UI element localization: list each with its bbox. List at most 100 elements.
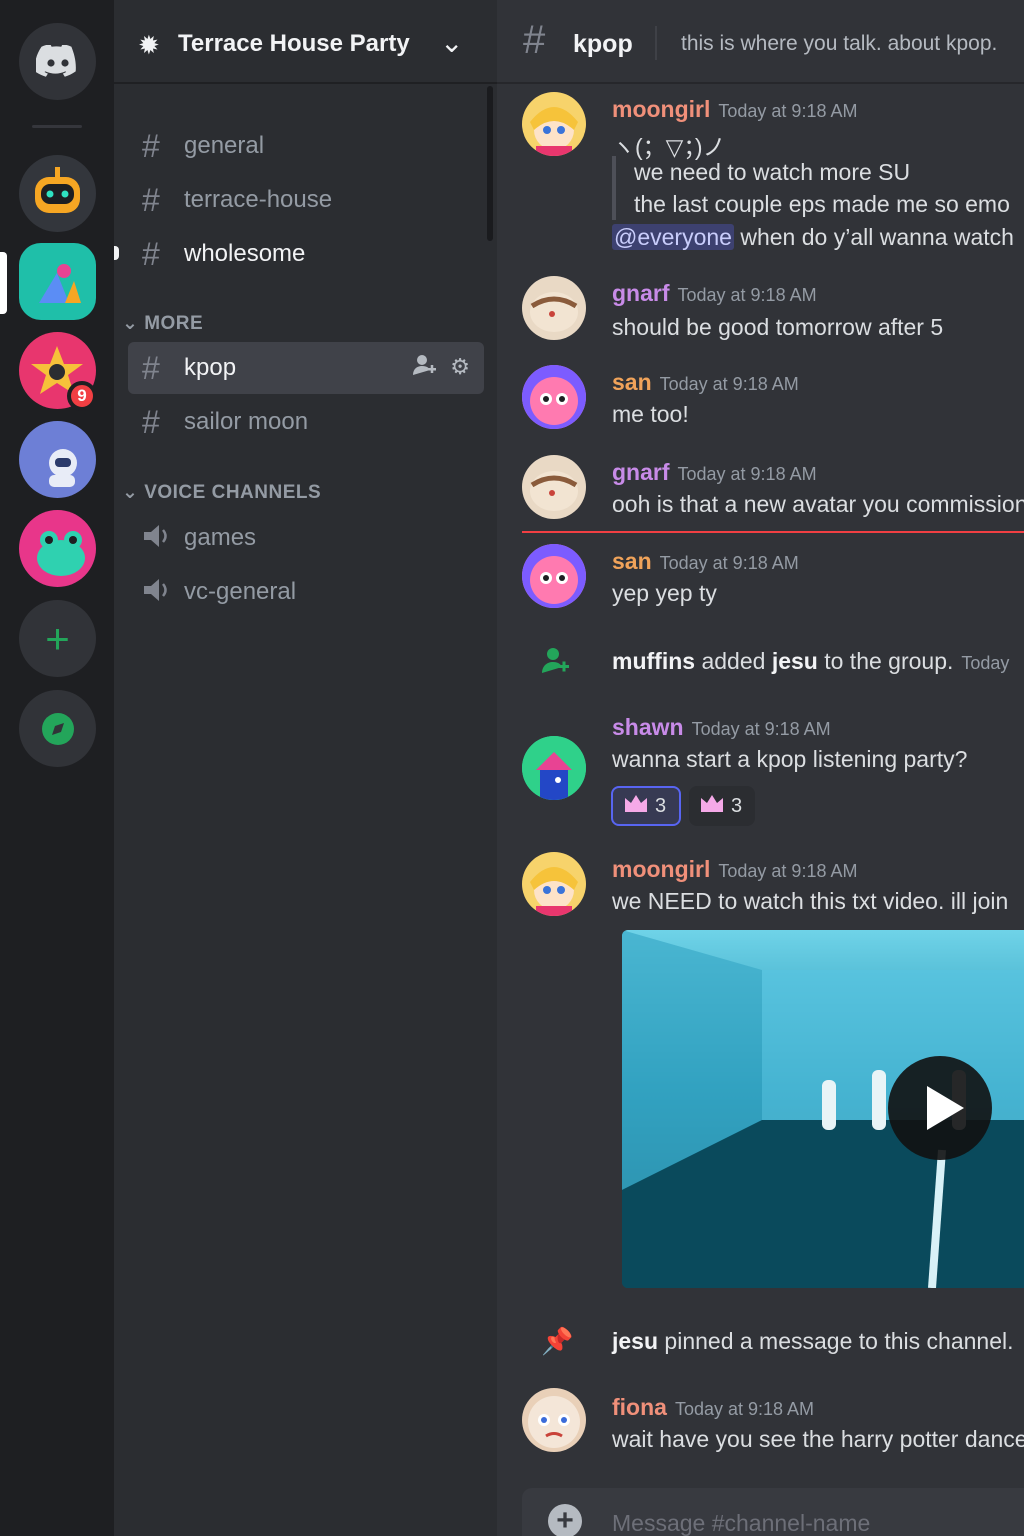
channel-label: wholesome	[184, 240, 306, 267]
channel-sailor-moon[interactable]: # sailor moon	[128, 396, 484, 448]
channel-label: sailor moon	[184, 408, 309, 435]
chat-area: # kpop this is where you talk. about kpo…	[497, 0, 1024, 1536]
voice-channel-games[interactable]: games	[128, 512, 484, 564]
frog-server-icon[interactable]	[19, 510, 96, 587]
text-channel-icon: #	[142, 349, 160, 386]
channel-sidebar: ✹ Terrace House Party ⌄ # general # terr…	[114, 0, 497, 1536]
username[interactable]: gnarf	[612, 459, 670, 485]
message-input[interactable]: Message #channel-name	[612, 1510, 870, 1536]
video-embed[interactable]	[622, 930, 1024, 1288]
timestamp: Today at 9:18 AM	[677, 464, 817, 484]
active-server-pill	[0, 252, 7, 314]
message-text: ooh is that a new avatar you commissione…	[612, 491, 1024, 517]
reaction-button[interactable]: 3	[611, 786, 681, 826]
channel-title: kpop	[573, 30, 633, 58]
unread-indicator	[114, 246, 119, 260]
message-text: yep yep ty	[612, 580, 717, 606]
avatar[interactable]	[522, 455, 586, 519]
avatar[interactable]	[522, 852, 586, 916]
channel-terrace-house[interactable]: # terrace-house	[128, 174, 484, 226]
username[interactable]: moongirl	[612, 856, 710, 882]
message-text: wanna start a kpop listening party?	[612, 746, 968, 772]
avatar[interactable]	[522, 736, 586, 800]
message-text: we NEED to watch this txt video. ill joi…	[612, 888, 1009, 914]
new-messages-divider	[522, 531, 1024, 533]
quote-line: we need to watch more SU	[634, 159, 911, 185]
system-text: to the group.	[817, 648, 954, 674]
avatar[interactable]	[522, 1388, 586, 1452]
server-header[interactable]: ✹ Terrace House Party ⌄	[114, 0, 497, 84]
username[interactable]: san	[612, 369, 652, 395]
avatar[interactable]	[522, 365, 586, 429]
reaction-button[interactable]: 3	[689, 786, 755, 826]
category-more[interactable]: ⌄ MORE	[122, 312, 203, 335]
server-name: Terrace House Party	[178, 30, 410, 57]
explore-servers-icon[interactable]	[19, 690, 96, 767]
channel-topic: this is where you talk. about kpop.	[681, 32, 998, 55]
message-text: wait have you see the harry potter dance	[612, 1426, 1024, 1452]
server-badge-icon: ✹	[138, 30, 160, 60]
category-voice-channels[interactable]: ⌄ VOICE CHANNELS	[122, 481, 321, 504]
category-label: VOICE CHANNELS	[144, 482, 322, 503]
discord-home-icon[interactable]	[19, 23, 96, 100]
timestamp: Today at 9:18 AM	[691, 719, 831, 739]
cat-emoji-icon	[623, 793, 649, 819]
mention-everyone[interactable]: @everyone	[612, 224, 734, 250]
message-text: should be good tomorrow after 5	[612, 314, 944, 340]
category-label: MORE	[144, 313, 204, 334]
channel-header: # kpop this is where you talk. about kpo…	[497, 0, 1024, 84]
message-text: me too!	[612, 401, 689, 427]
speaker-icon	[142, 520, 184, 557]
actor-name[interactable]: muffins	[612, 648, 695, 674]
shapes-server-icon[interactable]	[19, 243, 96, 320]
username[interactable]: san	[612, 548, 652, 574]
username[interactable]: gnarf	[612, 280, 670, 306]
block-quote: we need to watch more SU the last couple…	[612, 156, 1010, 220]
channel-kpop[interactable]: # kpop ⚙	[128, 342, 484, 394]
message-composer[interactable]: + Message #channel-name	[522, 1488, 1024, 1536]
system-text: pinned a message to this channel.	[658, 1328, 1014, 1354]
username[interactable]: shawn	[612, 714, 684, 740]
chevron-down-icon[interactable]: ⌄	[440, 26, 463, 59]
timestamp: Today at 9:18 AM	[659, 553, 799, 573]
system-text: added	[695, 648, 772, 674]
channel-label: games	[184, 524, 257, 551]
unread-badge: 9	[67, 381, 97, 411]
avatar[interactable]	[522, 544, 586, 608]
text-channel-icon: #	[523, 18, 546, 62]
timestamp: Today at 9:18 AM	[718, 861, 858, 881]
channel-wholesome[interactable]: # wholesome	[128, 228, 484, 280]
username[interactable]: moongirl	[612, 96, 710, 122]
channel-general[interactable]: # general	[128, 120, 484, 172]
astronaut-server-icon[interactable]	[19, 421, 96, 498]
timestamp: Today at 9:18 AM	[718, 101, 858, 121]
actor-name[interactable]: jesu	[612, 1328, 658, 1354]
channel-label: kpop	[184, 354, 237, 381]
timestamp: Today at 9:18 AM	[674, 1399, 815, 1419]
add-server-icon[interactable]: +	[19, 600, 96, 677]
thread-channel-icon: #	[142, 403, 160, 440]
server-rail: 9 +	[0, 0, 114, 1536]
robot-server-icon[interactable]	[19, 155, 96, 232]
voice-channel-vc-general[interactable]: vc-general	[128, 566, 484, 618]
reaction-count: 3	[731, 794, 743, 817]
header-divider	[655, 26, 657, 60]
crown-emoji-icon	[699, 793, 725, 819]
channel-label: terrace-house	[184, 186, 333, 213]
text-channel-icon: #	[142, 235, 160, 272]
target-name[interactable]: jesu	[772, 648, 818, 674]
text-channel-icon: #	[142, 127, 160, 164]
timestamp: Today at 9:18 AM	[659, 374, 799, 394]
channel-label: vc-general	[184, 578, 297, 605]
timestamp: Today	[961, 653, 1010, 673]
invite-user-icon[interactable]	[412, 354, 437, 382]
username[interactable]: fiona	[612, 1394, 667, 1420]
quote-line: the last couple eps made me so emo	[634, 191, 1010, 217]
reaction-count: 3	[655, 794, 667, 817]
plus-icon[interactable]: +	[548, 1504, 582, 1536]
avatar[interactable]	[522, 276, 586, 340]
speaker-icon	[142, 574, 184, 611]
gear-icon[interactable]: ⚙	[450, 354, 470, 382]
sidebar-scrollbar[interactable]	[487, 86, 493, 241]
avatar[interactable]	[522, 92, 586, 156]
